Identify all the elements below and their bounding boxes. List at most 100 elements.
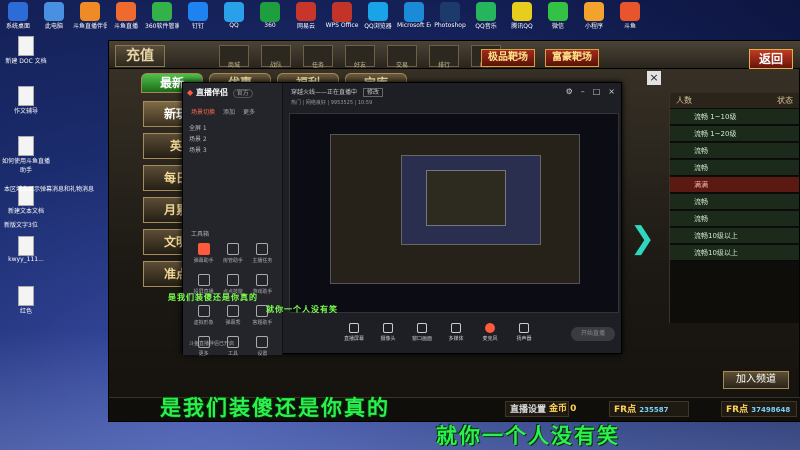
- back-button[interactable]: 返回: [749, 49, 793, 69]
- tool-item[interactable]: 弹幕秀: [218, 305, 247, 326]
- desktop-icon-label: 红色: [19, 308, 32, 315]
- app-icon: [8, 2, 28, 22]
- start-live-button[interactable]: 开始直播: [571, 327, 615, 341]
- desktop-icon-label: 钉钉: [191, 23, 204, 30]
- desktop-icon-label: 斗鱼直播: [113, 23, 138, 30]
- rank-range-button[interactable]: 极品靶场: [481, 49, 535, 67]
- control-label: 直播屏幕: [343, 336, 364, 342]
- room-list: 人数 状态 流畅 1~10级 流畅 1~20级 流畅 流畅 满满 流畅 流畅 流畅10级以上流…: [669, 93, 799, 323]
- room-row[interactable]: 流畅: [670, 211, 799, 227]
- room-row[interactable]: 流畅 1~10级: [670, 109, 799, 125]
- stream-control[interactable]: 摄像头: [373, 323, 403, 342]
- game-nav-item[interactable]: 排行: [429, 45, 459, 69]
- scene-tab[interactable]: 场景切换: [191, 107, 215, 116]
- desktop-icon-label: 网易云: [296, 23, 315, 30]
- streamer-app-window: ◆ 直播伴侣 官方 场景切换 添加 更多 全屏 1 场景 2 场景 3 工具箱 弹幕助手…: [182, 82, 622, 357]
- tool-item[interactable]: 房管助手: [218, 243, 247, 264]
- stream-title-text: 穿越火线——正在直播中: [291, 89, 358, 96]
- control-icon: [417, 323, 427, 333]
- scene-tab[interactable]: 更多: [243, 107, 255, 116]
- desktop-icon-label: 系统桌面: [5, 23, 30, 30]
- app-icon: [44, 2, 64, 22]
- desktop-icon[interactable]: 斗鱼: [616, 2, 644, 30]
- scene-item[interactable]: 场景 3: [189, 145, 277, 156]
- minimize-icon[interactable]: –: [581, 87, 585, 96]
- fr-points: FR点 235587: [609, 401, 689, 417]
- settings-icon[interactable]: ⚙: [566, 87, 573, 96]
- recharge-button[interactable]: 充值: [115, 45, 165, 67]
- tool-label: 设置: [257, 351, 268, 357]
- room-row[interactable]: 流畅: [670, 194, 799, 210]
- desktop-icon[interactable]: 微信: [544, 2, 572, 30]
- desktop-icon[interactable]: QQ浏览器: [364, 2, 392, 30]
- desktop-icon[interactable]: 腾讯QQ: [508, 2, 536, 30]
- game-nav-item[interactable]: 战队: [261, 45, 291, 69]
- control-label: 扬声器: [516, 336, 532, 342]
- desktop-icon[interactable]: 小程序: [580, 2, 608, 30]
- desktop-icon[interactable]: QQ: [220, 2, 248, 30]
- game-nav-item[interactable]: 商城: [219, 45, 249, 69]
- next-arrow-icon[interactable]: ❯: [630, 221, 655, 256]
- tool-item[interactable]: 虚拟形象: [189, 305, 218, 326]
- edit-title-button[interactable]: 修改: [362, 88, 383, 97]
- status-note: 斗鱼直播伴侣已开启: [189, 341, 235, 347]
- maximize-icon[interactable]: □: [593, 87, 601, 96]
- join-channel-button[interactable]: 加入频道: [723, 371, 789, 389]
- room-row[interactable]: 满满: [670, 177, 799, 193]
- control-icon: [519, 323, 529, 333]
- game-nav-item[interactable]: 交易: [387, 45, 417, 69]
- desktop-icon[interactable]: QQ音乐: [472, 2, 500, 30]
- desktop-icon[interactable]: 斗鱼直播: [112, 2, 140, 30]
- desktop-icon[interactable]: 360: [256, 2, 284, 30]
- room-row[interactable]: 流畅10级以上: [670, 228, 799, 244]
- scene-item[interactable]: 全屏 1: [189, 123, 277, 134]
- desktop-icon[interactable]: 钉钉: [184, 2, 212, 30]
- close-icon[interactable]: ×: [647, 71, 661, 85]
- microphone-icon: [485, 323, 495, 333]
- desktop-icon-label: 新建 DOC 文档: [5, 58, 47, 65]
- room-row[interactable]: 流畅: [670, 143, 799, 159]
- desktop-icon[interactable]: 如何使用斗鱼直播助手: [0, 136, 52, 180]
- tool-icon: [226, 305, 239, 317]
- desktop-icon[interactable]: 红色: [0, 286, 52, 330]
- tool-item[interactable]: 主播任务: [248, 243, 277, 264]
- desktop-icon[interactable]: 新建 DOC 文档: [0, 36, 52, 80]
- fr2-label: FR点: [726, 405, 749, 415]
- room-row[interactable]: 流畅 1~20级: [670, 126, 799, 142]
- app-icon: [440, 2, 460, 22]
- window-controls: ⚙ – □ ×: [566, 87, 615, 96]
- scene-tab[interactable]: 添加: [223, 107, 235, 116]
- preview-nested-2: [401, 155, 541, 245]
- desktop-icon[interactable]: 此电脑: [40, 2, 68, 30]
- tool-item[interactable]: 弹幕助手: [189, 243, 218, 264]
- room-row[interactable]: 流畅: [670, 160, 799, 176]
- stream-control[interactable]: 多媒体: [441, 323, 471, 342]
- app-icon: [404, 2, 424, 22]
- desktop-icon[interactable]: kwyy_111...: [0, 236, 52, 280]
- app-icon: [80, 2, 100, 22]
- desktop-icon[interactable]: 斗鱼直播伴侣: [73, 2, 107, 30]
- tool-item[interactable]: 设置: [248, 336, 277, 357]
- close-window-icon[interactable]: ×: [608, 87, 615, 96]
- stream-control[interactable]: 麦克风: [475, 323, 505, 342]
- stream-control[interactable]: 直播屏幕: [339, 323, 369, 342]
- tool-icon: [256, 274, 269, 286]
- stream-control[interactable]: 窗口画面: [407, 323, 437, 342]
- desktop-icon-label: 新建文本文档: [7, 208, 44, 215]
- rich-range-button[interactable]: 富豪靶场: [545, 49, 599, 67]
- room-row[interactable]: 流畅10级以上: [670, 245, 799, 261]
- desktop-icon[interactable]: 360软件管家: [145, 2, 179, 30]
- desktop-icon[interactable]: Photoshop: [434, 2, 466, 30]
- desktop-icon[interactable]: WPS Office: [326, 2, 358, 30]
- desktop-icon[interactable]: 网易云: [292, 2, 320, 30]
- desktop-icon[interactable]: Microsoft Edge: [397, 2, 431, 30]
- game-nav-item[interactable]: 任务: [303, 45, 333, 69]
- desktop-icon[interactable]: 系统桌面: [4, 2, 32, 30]
- tool-icon: [226, 243, 239, 255]
- desktop-icon[interactable]: 作文辅导: [0, 86, 52, 130]
- desktop-icon-label: 斗鱼: [623, 23, 636, 30]
- scene-item[interactable]: 场景 2: [189, 134, 277, 145]
- gold-display: 金币 0: [545, 401, 605, 417]
- game-nav-item[interactable]: 好友: [345, 45, 375, 69]
- stream-control[interactable]: 扬声器: [509, 323, 539, 342]
